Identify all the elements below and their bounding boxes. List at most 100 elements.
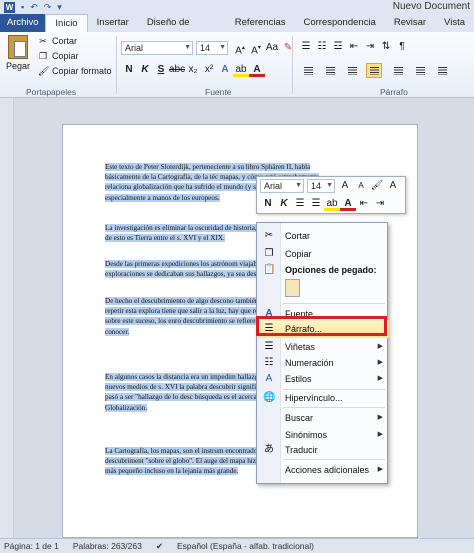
font-color-icon[interactable]: A: [249, 63, 265, 77]
scissors-icon: ✂: [264, 230, 274, 241]
title-bar: W ▪ ↶ ↷ ▾ Nuevo Document: [0, 0, 474, 14]
strikethrough-icon[interactable]: abc: [169, 63, 185, 77]
menu-separator: [283, 303, 385, 304]
chevron-right-icon: ▶: [377, 414, 383, 421]
multilevel-list-icon[interactable]: ☲: [330, 40, 346, 54]
paste-icon: 📋: [263, 264, 276, 275]
superscript-icon[interactable]: x²: [201, 63, 217, 77]
mini-bold-button[interactable]: N: [260, 197, 276, 211]
bold-button[interactable]: N: [121, 63, 137, 77]
shrink-font-icon[interactable]: A▾: [248, 41, 264, 56]
tab-review[interactable]: Revisar: [385, 14, 435, 32]
word-logo-icon[interactable]: W: [4, 1, 15, 13]
mini-italic-button[interactable]: K: [276, 197, 292, 211]
page-count[interactable]: Página: 1 de 1: [4, 541, 59, 551]
tab-view[interactable]: Vista: [435, 14, 474, 32]
paste-button[interactable]: Pegar: [5, 35, 31, 71]
shrink-font-icon[interactable]: A: [353, 179, 369, 193]
customize-qat-icon[interactable]: ▾: [57, 2, 62, 13]
proofing-icon[interactable]: ✔: [156, 541, 163, 552]
styles-icon[interactable]: A: [385, 179, 401, 193]
clear-format-icon[interactable]: ✎: [280, 41, 296, 55]
tab-home[interactable]: Inicio: [45, 14, 88, 32]
menu-item-label: Traducir: [285, 445, 318, 455]
mini-decrease-indent-icon[interactable]: ⇤: [356, 197, 372, 211]
tab-page-layout[interactable]: Diseño de página: [138, 14, 226, 46]
scissors-icon: ✂: [39, 36, 47, 46]
copy-button[interactable]: ❐ Copiar: [38, 51, 79, 61]
change-case-icon[interactable]: Aa: [264, 41, 280, 55]
align-left-icon[interactable]: [300, 63, 316, 78]
borders-icon[interactable]: [434, 63, 450, 78]
mini-align-center-icon[interactable]: ☰: [292, 197, 308, 211]
menu-item-label: Cortar: [285, 231, 311, 241]
tab-references[interactable]: Referencias: [226, 14, 295, 32]
underline-button[interactable]: S: [153, 63, 169, 77]
mini-justify-icon[interactable]: ☰: [308, 197, 324, 211]
menu-separator: [283, 407, 385, 408]
tab-mailings[interactable]: Correspondencia: [294, 14, 384, 32]
mini-increase-indent-icon[interactable]: ⇥: [372, 197, 388, 211]
chevron-down-icon: ▼: [295, 182, 302, 189]
mini-font-size-select[interactable]: 14 ▼: [307, 179, 335, 193]
copy-icon: ❐: [38, 51, 48, 61]
grow-font-icon[interactable]: A: [337, 179, 353, 193]
menu-item-styles[interactable]: A Estilos ▶: [257, 370, 389, 388]
format-painter-button[interactable]: 🖌 Copiar formato: [38, 66, 112, 76]
paste-label: Pegar: [5, 61, 31, 71]
bullets-icon[interactable]: ☰: [298, 40, 314, 54]
decrease-indent-icon[interactable]: ⇤: [346, 40, 362, 54]
menu-item-hyperlink[interactable]: 🌐 Hipervínculo...: [257, 389, 389, 407]
sort-icon[interactable]: ⇅: [378, 40, 394, 54]
cut-button[interactable]: ✂ Cortar: [38, 36, 77, 46]
menu-item-label: Estilos: [285, 374, 312, 384]
copy-icon: ❐: [264, 248, 274, 259]
paragraph-list-buttons: ☰ ☷ ☲ ⇤ ⇥ ⇅ ¶: [298, 40, 410, 54]
subscript-icon[interactable]: x₂: [185, 63, 201, 77]
show-marks-icon[interactable]: ¶: [394, 40, 410, 54]
mini-highlight-icon[interactable]: ab: [324, 197, 340, 211]
ribbon: Pegar ✂ Cortar ❐ Copiar 🖌 Copiar formato…: [0, 32, 474, 98]
mini-font-color-icon[interactable]: A: [340, 197, 356, 211]
tab-file[interactable]: Archivo: [0, 14, 46, 32]
text-effects-icon[interactable]: A: [217, 63, 233, 77]
justify-icon[interactable]: [366, 63, 382, 78]
vertical-ruler[interactable]: [0, 98, 14, 538]
cut-label: Cortar: [52, 36, 78, 46]
redo-icon[interactable]: ↷: [44, 2, 52, 13]
menu-item-search[interactable]: Buscar ▶: [257, 409, 389, 427]
word-count[interactable]: Palabras: 263/263: [73, 541, 142, 551]
menu-item-label: Copiar: [285, 249, 312, 259]
line-spacing-icon[interactable]: [390, 63, 406, 78]
chevron-down-icon: ▼: [219, 44, 226, 51]
shading-icon[interactable]: [412, 63, 428, 78]
format-painter-icon[interactable]: 🖌: [369, 179, 385, 193]
tab-insert[interactable]: Insertar: [88, 14, 138, 32]
menu-item-translate[interactable]: あ Traducir: [257, 441, 389, 459]
language-status[interactable]: Español (España - alfab. tradicional): [177, 541, 314, 551]
menu-item-additional-actions[interactable]: Acciones adicionales ▶: [257, 461, 389, 479]
globe-link-icon: 🌐: [263, 392, 276, 403]
mini-font-name-value: Arial: [264, 181, 283, 191]
highlight-icon[interactable]: ab: [233, 63, 249, 77]
quick-access-toolbar: W ▪ ↶ ↷ ▾: [4, 0, 62, 14]
save-icon[interactable]: ▪: [21, 2, 24, 12]
menu-item-cut[interactable]: ✂ Cortar: [257, 227, 389, 245]
undo-icon[interactable]: ↶: [30, 2, 38, 13]
paste-keep-text-only-icon[interactable]: [285, 279, 300, 297]
mini-toolbar: Arial ▼ 14 ▼ A A 🖌 A N K ☰ ☰ ab A ⇤ ⇥: [256, 176, 406, 214]
mini-font-name-select[interactable]: Arial ▼: [260, 179, 304, 193]
align-right-icon[interactable]: [344, 63, 360, 78]
grow-font-icon[interactable]: A▴: [232, 41, 248, 56]
status-bar: Página: 1 de 1 Palabras: 263/263 ✔ Españ…: [0, 538, 474, 553]
font-size-select[interactable]: 14 ▼: [196, 41, 228, 55]
paragraph-group-label: Párrafo: [380, 87, 408, 97]
align-center-icon[interactable]: [322, 63, 338, 78]
menu-item-label: Acciones adicionales: [285, 465, 370, 475]
italic-button[interactable]: K: [137, 63, 153, 77]
font-name-select[interactable]: Arial ▼: [121, 41, 193, 55]
group-separator: [292, 36, 293, 94]
mini-font-size-value: 14: [311, 181, 322, 191]
numbering-icon[interactable]: ☷: [314, 40, 330, 54]
increase-indent-icon[interactable]: ⇥: [362, 40, 378, 54]
